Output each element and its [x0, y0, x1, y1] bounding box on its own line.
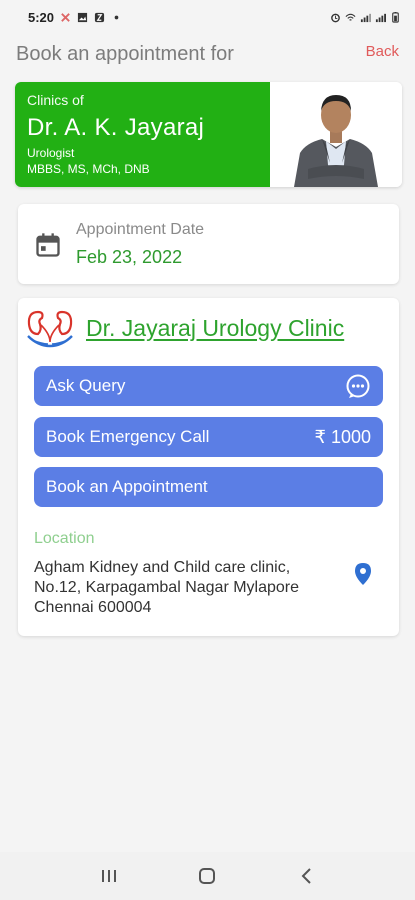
back-nav-button[interactable] — [286, 856, 326, 896]
emergency-call-label: Book Emergency Call — [46, 427, 210, 446]
doctor-portrait-image — [294, 95, 378, 187]
book-appointment-button[interactable]: Book an Appointment — [34, 467, 383, 507]
doctor-qualifications: MBBS, MS, MCh, DNB — [27, 162, 150, 176]
doctor-name: Dr. A. K. Jayaraj — [27, 114, 205, 141]
calendar-icon — [36, 233, 60, 257]
wifi-icon — [345, 13, 356, 21]
alarm-icon — [331, 13, 340, 22]
navigation-bar — [0, 852, 415, 900]
doctor-specialty: Urologist — [27, 146, 75, 160]
clinic-address: Agham Kidney and Child care clinic, No.1… — [34, 559, 300, 616]
back-button[interactable]: Back — [366, 43, 399, 60]
clinic-card: Dr. Jayaraj Urology Clinic Ask Query Boo… — [18, 298, 399, 636]
battery-icon — [392, 11, 399, 23]
signal-icon — [360, 13, 371, 22]
back-arrow-icon — [301, 868, 311, 884]
emergency-price: ₹ 1000 — [314, 426, 372, 447]
dot-icon — [114, 15, 119, 19]
doctor-photo — [270, 82, 402, 187]
book-appointment-label: Book an Appointment — [46, 477, 208, 496]
image-icon — [77, 12, 88, 22]
doctor-card: Clinics of Dr. A. K. Jayaraj Urologist M… — [15, 82, 402, 187]
ask-query-button[interactable]: Ask Query — [34, 366, 383, 406]
clinic-name-link[interactable]: Dr. Jayaraj Urology Clinic — [86, 315, 344, 342]
recent-apps-icon — [102, 870, 117, 882]
home-button[interactable] — [187, 856, 227, 896]
status-time: 5:20 — [28, 9, 55, 25]
map-pin-icon[interactable] — [352, 562, 374, 586]
location-label: Location — [34, 530, 95, 547]
page-title: Book an appointment for — [16, 42, 234, 65]
book-emergency-call-button[interactable]: Book Emergency Call ₹ 1000 — [34, 417, 383, 457]
kidney-logo-icon — [27, 310, 73, 348]
signal-icon — [375, 13, 386, 22]
status-bar: 5:20 — [0, 0, 415, 34]
recent-apps-button[interactable] — [89, 856, 129, 896]
notification-icon — [61, 12, 70, 22]
appointment-date-value: Feb 23, 2022 — [76, 246, 183, 267]
header: Book an appointment for Back — [0, 34, 415, 74]
ask-query-label: Ask Query — [46, 376, 126, 395]
chat-bubble-icon — [346, 374, 370, 398]
appointment-date-label: Appointment Date — [76, 220, 205, 238]
clinic-header: Dr. Jayaraj Urology Clinic — [24, 308, 344, 348]
clinics-of-label: Clinics of — [27, 92, 84, 108]
home-icon — [199, 868, 216, 884]
appointment-date-card[interactable]: Appointment Date Feb 23, 2022 — [18, 204, 399, 284]
doctor-info: Clinics of Dr. A. K. Jayaraj Urologist M… — [15, 82, 270, 187]
app-icon — [94, 12, 105, 22]
